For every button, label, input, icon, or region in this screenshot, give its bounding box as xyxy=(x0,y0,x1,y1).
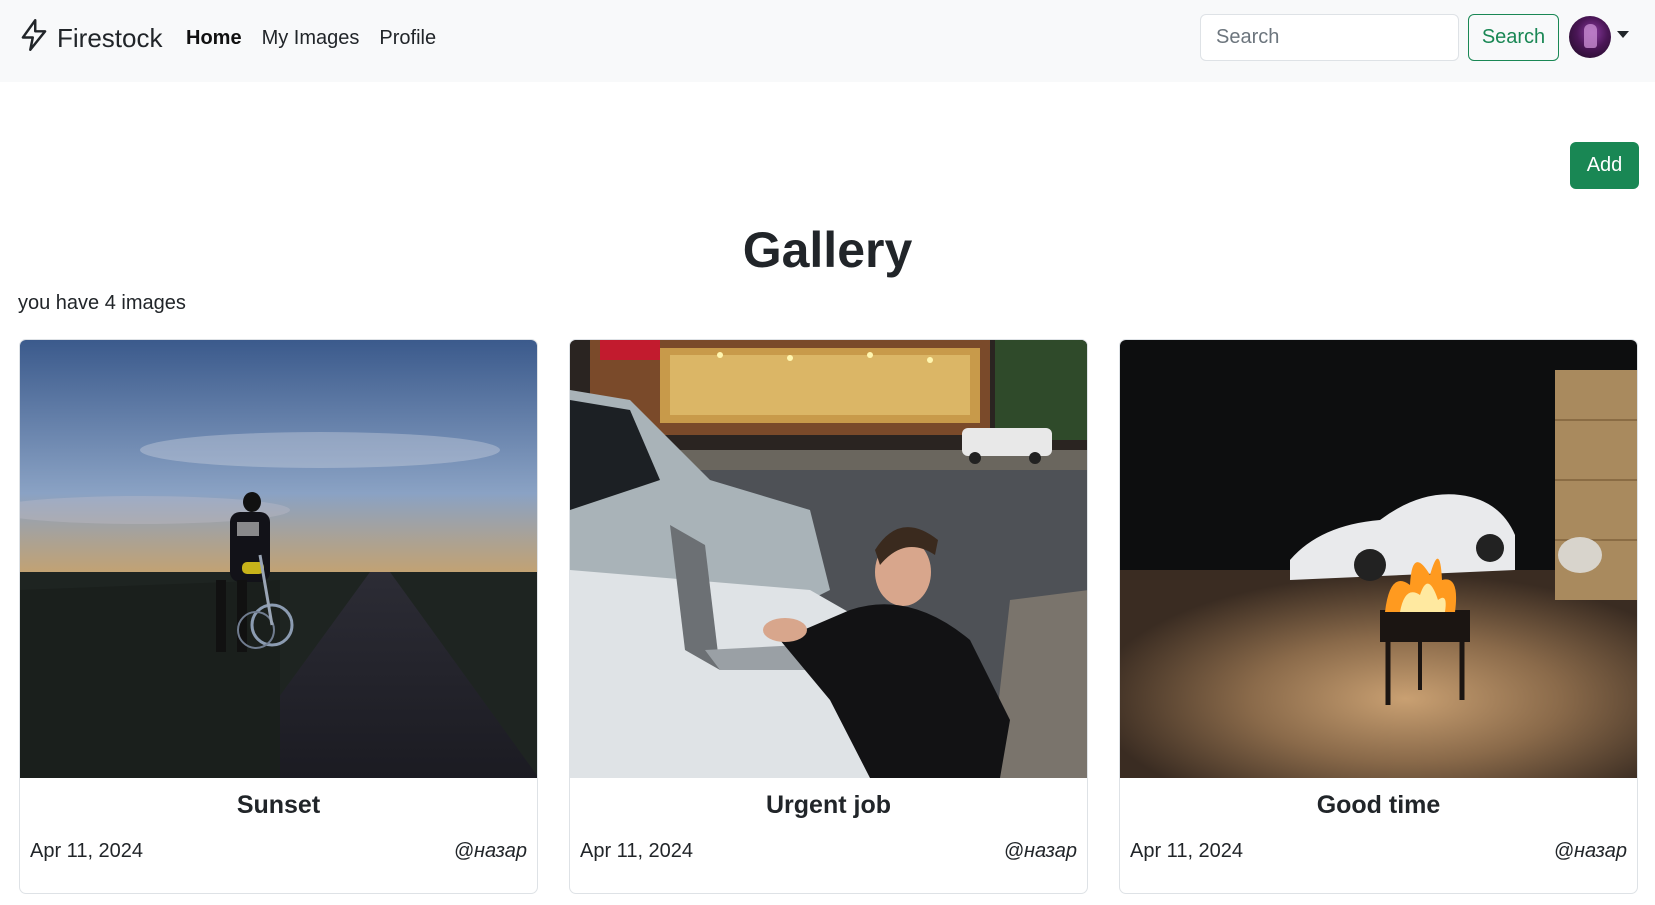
image-card[interactable]: Sunset Apr 11, 2024 @назар xyxy=(19,339,538,894)
card-date: Apr 11, 2024 xyxy=(1130,840,1244,862)
card-image[interactable] xyxy=(20,340,537,778)
add-button[interactable]: Add xyxy=(1570,142,1639,189)
nav-links: Home My Images Profile xyxy=(186,24,436,52)
card-author[interactable]: @назар xyxy=(1004,840,1077,863)
search-input[interactable] xyxy=(1200,14,1459,61)
image-card[interactable]: Urgent job Apr 11, 2024 @назар xyxy=(569,339,1088,894)
image-card[interactable]: Good time Apr 11, 2024 @назар xyxy=(1119,339,1638,894)
page-title: Gallery xyxy=(742,222,913,278)
card-image[interactable] xyxy=(570,340,1087,778)
nav-link-home[interactable]: Home xyxy=(186,24,242,52)
card-author[interactable]: @назар xyxy=(1554,840,1627,863)
lightning-icon xyxy=(19,18,49,58)
card-title: Sunset xyxy=(236,791,321,819)
avatar[interactable] xyxy=(1569,16,1611,58)
brand-name: Firestock xyxy=(57,22,163,53)
navbar: Firestock Home My Images Profile Search xyxy=(0,0,1655,82)
card-author[interactable]: @назар xyxy=(454,840,527,863)
search-button[interactable]: Search xyxy=(1468,14,1559,61)
nav-link-my-images[interactable]: My Images xyxy=(262,24,360,52)
card-title: Good time xyxy=(1316,791,1441,819)
card-date: Apr 11, 2024 xyxy=(30,840,144,862)
card-title: Urgent job xyxy=(766,791,891,819)
card-image[interactable] xyxy=(1120,340,1637,778)
card-date: Apr 11, 2024 xyxy=(580,840,694,862)
image-count-text: you have 4 images xyxy=(18,292,186,314)
chevron-down-icon[interactable] xyxy=(1617,31,1629,38)
brand-link[interactable]: Firestock xyxy=(19,18,163,54)
nav-link-profile[interactable]: Profile xyxy=(379,24,436,52)
avatar-figure xyxy=(1584,24,1597,48)
